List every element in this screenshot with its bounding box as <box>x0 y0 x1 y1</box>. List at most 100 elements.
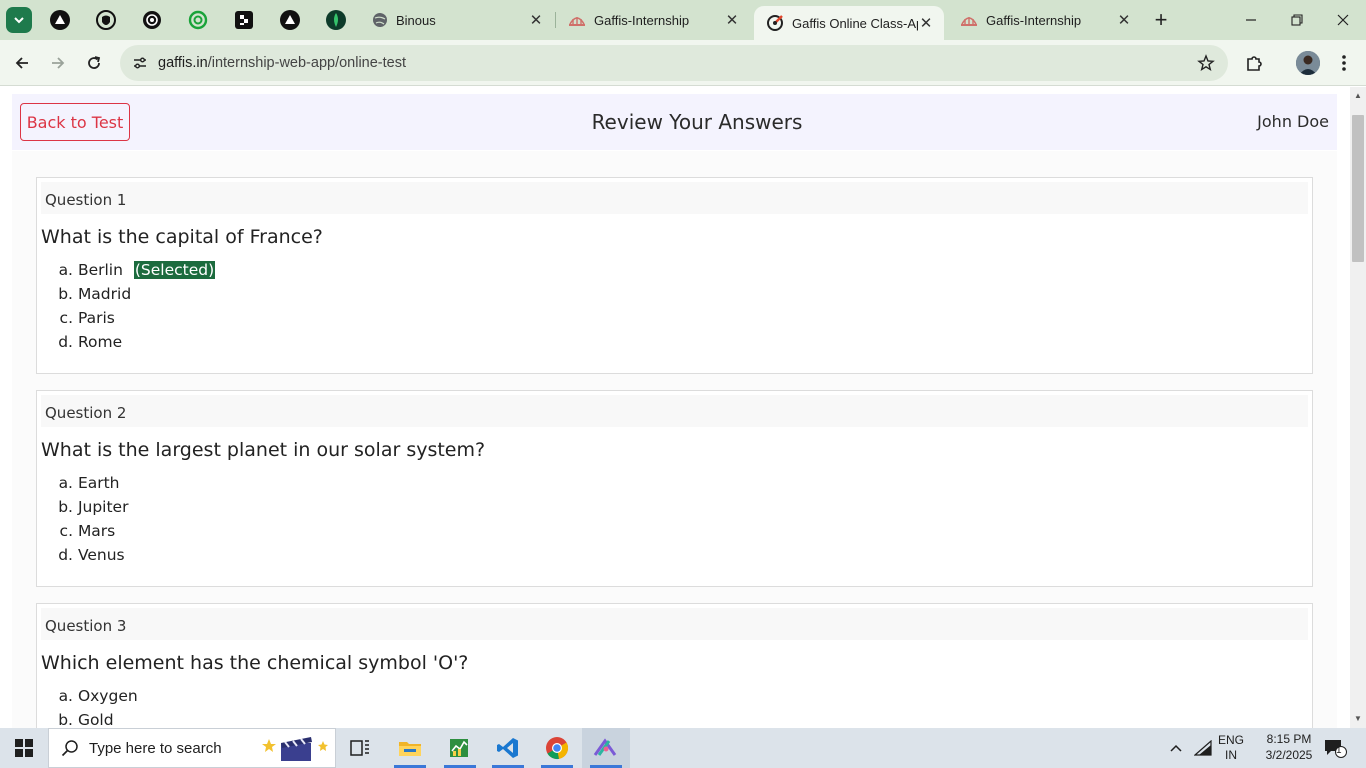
task-view-icon[interactable] <box>336 728 384 768</box>
url-text: gaffis.in/internship-web-app/online-test <box>158 55 406 71</box>
options-list: a. Earth b. Jupiter c. Mars d. Venus <box>58 472 128 568</box>
profile-avatar[interactable] <box>1296 51 1320 75</box>
option-letter: b. <box>58 711 73 728</box>
close-icon[interactable]: ✕ <box>528 12 544 29</box>
option-letter: b. <box>58 498 73 516</box>
back-arrow-icon[interactable] <box>8 49 36 77</box>
scroll-down-arrow-icon[interactable]: ▼ <box>1350 712 1366 726</box>
forward-arrow-icon[interactable] <box>44 49 72 77</box>
close-icon[interactable]: ✕ <box>724 12 740 29</box>
question-number: Question 3 <box>41 608 1308 640</box>
options-list: a. Oxygen b. Gold <box>58 685 138 728</box>
tab-gaffis-internship[interactable]: Gaffis-Internship ✕ <box>556 0 750 40</box>
vscode-icon[interactable] <box>484 728 532 768</box>
option-text: Paris <box>77 309 115 327</box>
globe-icon <box>373 13 387 27</box>
page-title: Review Your Answers <box>591 110 803 134</box>
clock-date: 3/2/2025 <box>1265 748 1313 762</box>
windows-taskbar: Type here to search ENG IN 8:15 PM 3/2/2… <box>0 728 1366 768</box>
pinned-tab-triangle-app-2[interactable] <box>278 8 302 32</box>
question-text: What is the largest planet in our solar … <box>41 439 486 461</box>
option-letter: c. <box>59 309 73 327</box>
minimize-icon[interactable] <box>1228 0 1274 40</box>
mongodb-leaf-icon <box>326 10 346 30</box>
option-item: a. Earth <box>58 472 128 496</box>
site-info-icon[interactable] <box>122 45 158 81</box>
scroll-up-arrow-icon[interactable]: ▲ <box>1350 89 1366 103</box>
reload-icon[interactable] <box>80 49 108 77</box>
option-letter: a. <box>58 687 73 705</box>
file-explorer-icon[interactable] <box>386 728 434 768</box>
pinned-tab-green-app[interactable] <box>186 8 210 32</box>
option-letter: c. <box>59 522 73 540</box>
language-region: IN <box>1225 748 1237 762</box>
browser-menu-kebab-icon[interactable] <box>1332 51 1356 75</box>
task-manager-icon[interactable] <box>436 728 484 768</box>
question-text: Which element has the chemical symbol 'O… <box>41 652 469 674</box>
pinned-tab-replit[interactable] <box>232 8 256 32</box>
restore-icon[interactable] <box>1274 0 1320 40</box>
question-card: Question 3 Which element has the chemica… <box>36 603 1313 728</box>
option-item: c. Mars <box>58 520 128 544</box>
option-item: b. Madrid <box>58 283 215 307</box>
option-text: Oxygen <box>77 687 138 705</box>
wifi-network-icon[interactable] <box>1190 728 1216 768</box>
notification-center-icon[interactable]: 1 <box>1320 728 1350 768</box>
option-item: a. Oxygen <box>58 685 138 709</box>
openai-icon <box>143 11 161 29</box>
search-placeholder: Type here to search <box>89 739 222 757</box>
windows-start-icon[interactable] <box>0 728 48 768</box>
system-clock[interactable]: 8:15 PM 3/2/2025 <box>1254 731 1324 763</box>
pinned-tab-mongodb[interactable] <box>324 8 348 32</box>
option-text: Mars <box>77 522 116 540</box>
url-path: /internship-web-app/online-test <box>207 55 406 71</box>
window-close-icon[interactable] <box>1320 0 1366 40</box>
address-bar[interactable]: gaffis.in/internship-web-app/online-test <box>120 45 1228 81</box>
tab-gaffis-internship-2[interactable]: Gaffis-Internship ✕ <box>948 0 1142 40</box>
option-letter: d. <box>58 546 73 564</box>
taskbar-search-box[interactable]: Type here to search <box>48 728 336 768</box>
bookmark-star-icon[interactable] <box>1196 53 1216 73</box>
url-domain: gaffis.in <box>158 55 208 71</box>
close-icon[interactable]: ✕ <box>918 15 934 32</box>
selected-badge: (Selected) <box>133 261 216 279</box>
scrollbar-thumb[interactable] <box>1352 115 1364 262</box>
show-hidden-icons-chevron-icon[interactable] <box>1164 728 1188 768</box>
option-text: Madrid <box>77 285 132 303</box>
option-letter: a. <box>58 474 73 492</box>
chrome-icon[interactable] <box>533 728 581 768</box>
questions-container: Question 1 What is the capital of France… <box>12 151 1337 728</box>
triangle-app-icon <box>280 10 300 30</box>
question-number: Question 2 <box>41 395 1308 427</box>
extensions-puzzle-icon[interactable] <box>1243 51 1267 75</box>
clock-time: 8:15 PM <box>1266 732 1312 746</box>
tab-title: Gaffis-Internship <box>986 12 1082 28</box>
review-header: Back to Test Review Your Answers John Do… <box>12 94 1337 150</box>
close-icon[interactable]: ✕ <box>1116 12 1132 29</box>
options-list: a. Berlin (Selected) b. Madrid c. Paris … <box>58 259 216 355</box>
notification-count: 1 <box>1336 745 1342 756</box>
tab-search-button[interactable] <box>6 7 32 33</box>
tab-strip: Binous ✕ Gaffis-Internship ✕ Gaffis Onli… <box>0 0 1366 40</box>
language-indicator[interactable]: ENG IN <box>1214 728 1248 768</box>
pinned-tab-triangle-app[interactable] <box>48 8 72 32</box>
gaffis-app-icon <box>767 15 783 31</box>
option-text: Venus <box>77 546 125 564</box>
tab-title: Gaffis-Internship <box>594 12 690 28</box>
new-tab-plus-icon[interactable]: + <box>1150 9 1172 31</box>
user-name: John Doe <box>1257 112 1329 131</box>
pinned-tab-github[interactable] <box>94 8 118 32</box>
pinned-tab-openai[interactable] <box>140 8 164 32</box>
page-scrollbar[interactable]: ▲ ▼ <box>1350 87 1366 728</box>
option-letter: b. <box>58 285 73 303</box>
tab-gaffis-online-class-app[interactable]: Gaffis Online Class-App ✕ <box>754 6 944 40</box>
language-code: ENG <box>1217 733 1244 747</box>
option-item: a. Berlin (Selected) <box>58 259 216 283</box>
snipping-tool-icon[interactable] <box>582 728 630 768</box>
tab-binous[interactable]: Binous ✕ <box>360 0 554 40</box>
gaffis-logo-icon <box>569 17 585 26</box>
option-text: Jupiter <box>77 498 129 516</box>
option-text: Berlin <box>77 261 123 279</box>
option-item: d. Rome <box>58 331 215 355</box>
question-text: What is the capital of France? <box>41 226 323 248</box>
